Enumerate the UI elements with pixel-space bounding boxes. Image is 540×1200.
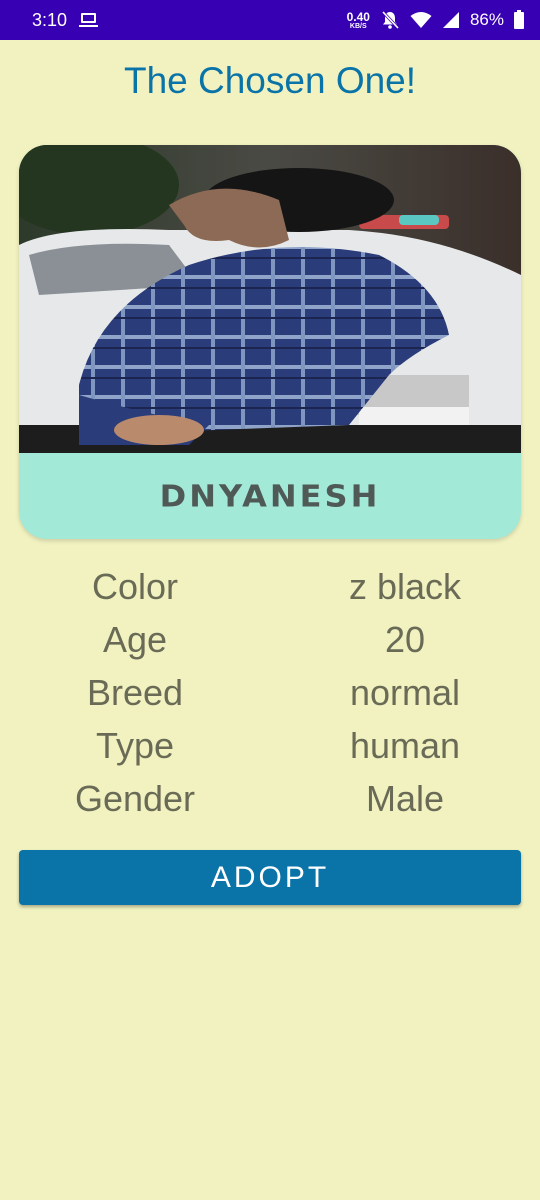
details-list: Color z black Age 20 Breed normal Type h… (0, 560, 540, 825)
page-title: The Chosen One! (123, 60, 417, 101)
network-speed-unit: KB/S (349, 22, 367, 30)
signal-icon (442, 12, 459, 28)
detail-value: normal (349, 671, 461, 713)
bell-off-icon (381, 10, 400, 30)
detail-row-age: Age 20 (0, 613, 540, 666)
person-photo (19, 145, 521, 453)
profile-card: DNYANESH (19, 145, 521, 539)
status-bar: 3:10 0.40 KB/S 86% (0, 0, 540, 40)
detail-label: Age (102, 618, 168, 660)
status-time: 3:10 (32, 9, 68, 30)
detail-value: human (349, 724, 461, 766)
detail-value: z black (348, 565, 462, 607)
detail-row-breed: Breed normal (0, 666, 540, 719)
status-icons: 0.40 KB/S 86% (347, 9, 524, 30)
network-speed-value: 0.40 (346, 9, 370, 24)
battery-icon (514, 9, 524, 29)
detail-row-gender: Gender Male (0, 772, 540, 825)
pet-name: DNYANESH (159, 477, 381, 515)
detail-label: Breed (86, 671, 184, 713)
detail-row-type: Type human (0, 719, 540, 772)
detail-label: Type (95, 724, 175, 766)
wifi-icon (410, 12, 432, 28)
battery-percent: 86% (469, 10, 504, 29)
detail-label: Color (91, 565, 179, 607)
network-speed: 0.40 KB/S (347, 11, 370, 30)
detail-label: Gender (74, 777, 196, 819)
detail-value: 20 (384, 618, 426, 660)
name-band: DNYANESH (19, 453, 521, 539)
adopt-button[interactable]: ADOPT (19, 850, 521, 905)
detail-row-color: Color z black (0, 560, 540, 613)
laptop-icon (79, 13, 99, 27)
detail-value: Male (365, 777, 445, 819)
